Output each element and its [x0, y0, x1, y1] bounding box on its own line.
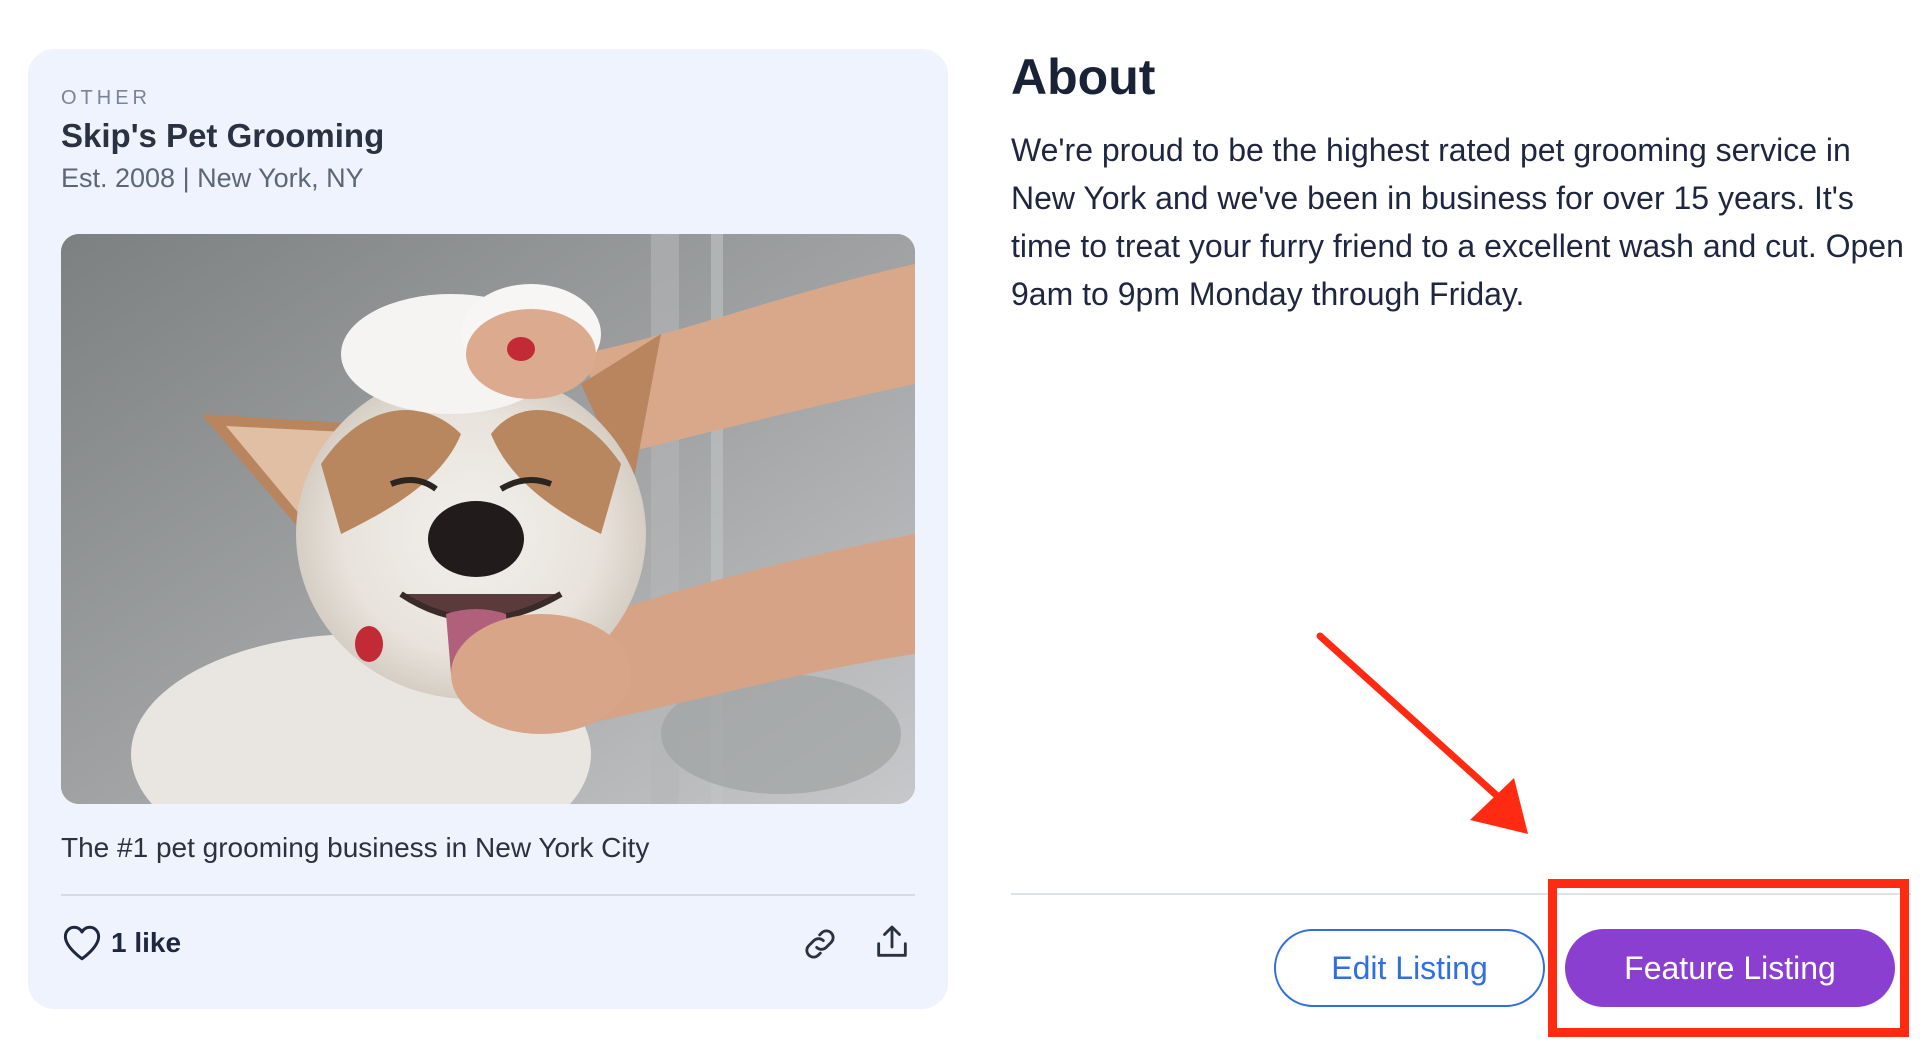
heart-icon	[63, 925, 101, 961]
like-button[interactable]: 1 like	[61, 922, 181, 964]
edit-listing-button[interactable]: Edit Listing	[1274, 929, 1545, 1007]
share-icon	[877, 925, 907, 957]
card-divider	[61, 894, 915, 896]
listing-card: OTHER Skip's Pet Grooming Est. 2008 | Ne…	[28, 49, 948, 1009]
like-count: 1 like	[111, 927, 182, 958]
copy-link-button[interactable]	[800, 924, 840, 964]
listing-title: Skip's Pet Grooming	[61, 117, 385, 154]
feature-listing-button[interactable]: Feature Listing	[1565, 929, 1895, 1007]
listing-tagline: The #1 pet grooming business in New York…	[61, 832, 650, 863]
listing-meta: Est. 2008 | New York, NY	[61, 163, 364, 193]
listing-category: OTHER	[61, 87, 151, 109]
share-button[interactable]	[872, 922, 912, 962]
link-icon	[805, 929, 835, 959]
listing-page: OTHER Skip's Pet Grooming Est. 2008 | Ne…	[0, 0, 1924, 1044]
dog-photo-image	[61, 234, 915, 804]
actions-divider	[1011, 893, 1911, 895]
about-heading: About	[1011, 49, 1156, 105]
annotation-arrow-icon	[1316, 632, 1528, 834]
listing-photo	[61, 234, 915, 804]
about-description: We're proud to be the highest rated pet …	[1011, 132, 1904, 312]
